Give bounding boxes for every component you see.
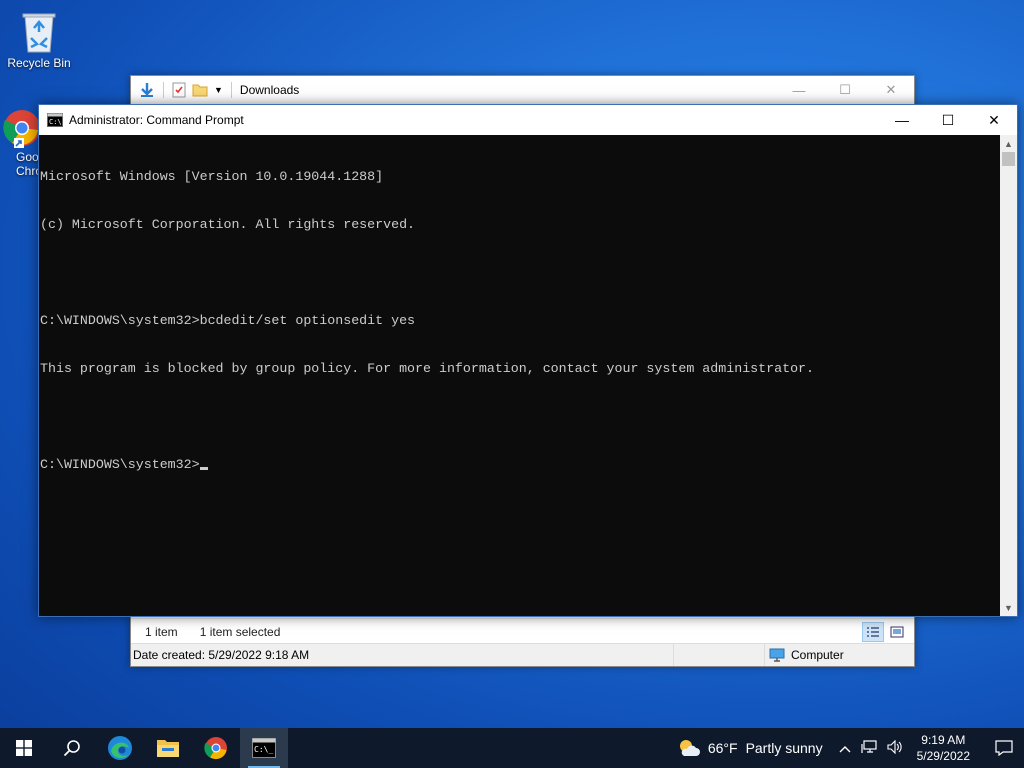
item-count: 1 item [145,624,178,639]
large-icons-view-icon [890,626,904,637]
scroll-down-button[interactable]: ▼ [1000,599,1017,616]
toolbar-separator [163,82,164,98]
scroll-thumb[interactable] [1002,152,1015,166]
computer-icon [769,648,785,662]
clock-time: 9:19 AM [921,733,966,747]
status-bar: 1 item 1 item selected [131,618,914,644]
svg-text:C:\: C:\ [49,118,62,126]
desktop-icon-label: Google Chrome [16,150,40,178]
console-line: Microsoft Windows [Version 10.0.19044.12… [40,169,384,184]
notification-icon [995,740,1013,756]
svg-text:C:\_: C:\_ [254,745,273,754]
details-view-button[interactable] [862,621,884,642]
speaker-icon [887,739,902,754]
explorer-titlebar[interactable]: ▼ Downloads — ☐ ✕ [131,76,914,104]
file-explorer-icon [157,740,179,757]
chrome-icon [3,110,40,148]
quick-access-dropdown-icon[interactable]: ▼ [214,85,223,95]
search-button[interactable] [48,728,96,768]
console-line: C:\WINDOWS\system32>bcdedit/set optionse… [40,313,416,328]
location-label: Computer [791,648,844,662]
recycle-bin-icon [22,13,56,53]
show-hidden-icons-icon[interactable] [839,741,851,756]
partly-sunny-icon [679,740,700,756]
volume-icon[interactable] [887,739,903,757]
start-button[interactable] [0,728,48,768]
window-title: Downloads [239,83,300,97]
folder-icon[interactable] [192,82,208,98]
search-icon [63,740,80,757]
edge-icon [108,736,132,760]
maximize-button[interactable]: ☐ [925,105,971,135]
chrome-icon [204,737,227,760]
minimize-button[interactable]: — [879,105,925,135]
chevron-up-icon [839,745,851,752]
console-prompt: C:\WINDOWS\system32> [40,457,200,472]
minimize-button[interactable]: — [776,76,822,104]
selected-count: 1 item selected [199,624,281,639]
desktop-icon-chrome[interactable]: Google Chrome [0,108,40,178]
console-output[interactable]: Microsoft Windows [Version 10.0.19044.12… [39,135,1000,616]
toolbar-separator [230,82,232,98]
console-line: (c) Microsoft Corporation. All rights re… [40,217,416,232]
properties-icon[interactable] [172,82,186,98]
taskbar-command-prompt[interactable]: C:\_ [240,728,288,768]
taskbar-edge[interactable] [96,728,144,768]
desktop-icon-recycle-bin[interactable]: Recycle Bin [1,8,77,70]
weather-temperature: 66°F [707,740,738,756]
text-cursor [199,467,208,470]
clock[interactable]: 9:19 AM 5/29/2022 [917,732,970,764]
taskbar-file-explorer[interactable] [144,728,192,768]
details-view-icon [867,626,879,637]
cmd-titlebar[interactable]: C:\ Administrator: Command Prompt — ☐ ✕ [39,105,1017,135]
vertical-scrollbar[interactable]: ▲ ▼ [1000,135,1017,616]
close-button[interactable]: ✕ [971,105,1017,135]
weather-widget[interactable]: 66°F Partly sunny [678,738,823,758]
download-arrow-icon [141,83,153,97]
console-prompt-line[interactable]: C:\WINDOWS\system32> [40,457,999,473]
large-icons-view-button[interactable] [886,622,908,642]
network-icon-glyph [861,739,877,753]
scroll-up-button[interactable]: ▲ [1000,135,1017,152]
cmd-icon: C:\ [47,113,63,127]
action-center-button[interactable] [984,728,1024,768]
maximize-button[interactable]: ☐ [822,76,868,104]
network-icon[interactable] [861,739,877,757]
date-created: Date created: 5/29/2022 9:18 AM [133,648,310,662]
desktop-icon-label: Recycle Bin [7,56,71,70]
console-line: This program is blocked by group policy.… [40,361,815,376]
taskbar: C:\_ 66°F Partly sunny 9:19 AM 5/29/2022 [0,728,1024,768]
close-button[interactable]: ✕ [868,76,914,104]
details-bar: Date created: 5/29/2022 9:18 AM Computer [131,643,914,666]
window-title: Administrator: Command Prompt [69,113,244,127]
weather-description: Partly sunny [745,740,823,756]
windows-logo-icon [16,740,32,756]
command-prompt-window[interactable]: C:\ Administrator: Command Prompt — ☐ ✕ … [38,104,1018,617]
taskbar-chrome[interactable] [192,728,240,768]
cmd-icon: C:\_ [252,738,276,758]
clock-date: 5/29/2022 [916,749,970,763]
